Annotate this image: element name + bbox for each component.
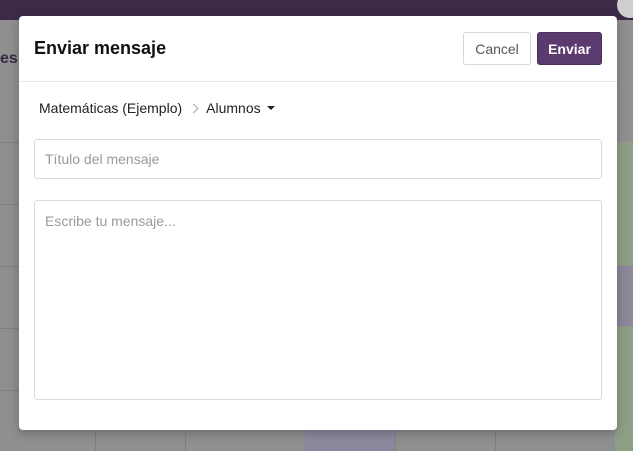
dialog-title: Enviar mensaje xyxy=(34,38,167,58)
dialog-header: Enviar mensaje Cancel Enviar xyxy=(19,16,617,82)
background-page-title: es xyxy=(0,50,18,67)
breadcrumb: Matemáticas (Ejemplo) Alumnos xyxy=(39,98,275,118)
background-cell xyxy=(305,430,395,451)
recipients-dropdown[interactable]: Alumnos xyxy=(206,100,275,116)
background-cell xyxy=(615,266,633,326)
chevron-right-icon xyxy=(188,103,199,113)
message-title-input[interactable] xyxy=(34,139,602,179)
send-button[interactable]: Enviar xyxy=(537,32,602,65)
avatar[interactable] xyxy=(617,0,633,18)
cancel-button[interactable]: Cancel xyxy=(463,32,531,65)
message-body-textarea[interactable] xyxy=(34,200,602,400)
caret-down-icon xyxy=(266,106,275,110)
breadcrumb-course[interactable]: Matemáticas (Ejemplo) xyxy=(39,100,182,116)
recipients-dropdown-label: Alumnos xyxy=(206,100,261,116)
send-message-dialog: Enviar mensaje Cancel Enviar Matemáticas… xyxy=(19,16,617,430)
